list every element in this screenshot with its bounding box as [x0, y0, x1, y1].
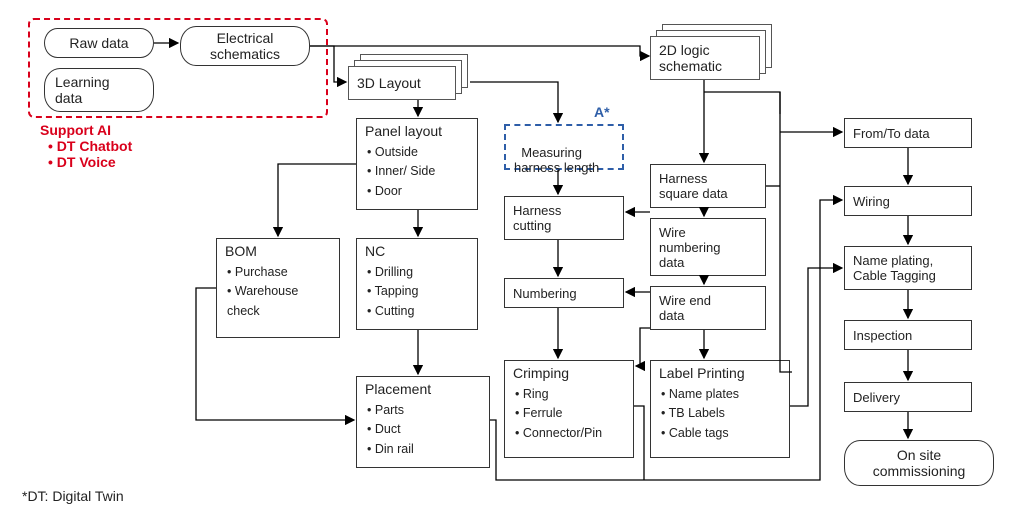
onsite-label: On site commissioning: [873, 447, 966, 479]
support-ai-item-1: DT Voice: [57, 154, 116, 170]
crimping-title: Crimping: [505, 361, 633, 381]
a-star-label: A*: [594, 104, 610, 120]
from-to-box: From/To data: [844, 118, 972, 148]
label-printing-box: Label Printing Name plates TB Labels Cab…: [650, 360, 790, 458]
crimping-item-1: Ferrule: [515, 404, 627, 423]
2d-logic-label: 2D logic schematic: [659, 42, 722, 74]
harness-square-label: Harness square data: [659, 171, 728, 201]
bom-box: BOM Purchase Warehouse check: [216, 238, 340, 338]
wire-numbering-box: Wire numbering data: [650, 218, 766, 276]
support-ai-label: Support AI • DT Chatbot • DT Voice: [40, 122, 132, 170]
wiring-box: Wiring: [844, 186, 972, 216]
bom-title: BOM: [217, 239, 339, 259]
crimping-item-2: Connector/Pin: [515, 424, 627, 443]
crimping-item-0: Ring: [515, 385, 627, 404]
electrical-schematics-node: Electrical schematics: [180, 26, 310, 66]
placement-box: Placement Parts Duct Din rail: [356, 376, 490, 468]
inspection-label: Inspection: [853, 328, 912, 343]
name-plating-box: Name plating, Cable Tagging: [844, 246, 972, 290]
bom-item-0: Purchase: [227, 263, 333, 282]
label-printing-item-1: TB Labels: [661, 404, 783, 423]
nc-box: NC Drilling Tapping Cutting: [356, 238, 478, 330]
wiring-label: Wiring: [853, 194, 890, 209]
placement-item-2: Din rail: [367, 440, 483, 459]
nc-item-2: Cutting: [367, 302, 471, 321]
panel-layout-item-0: Outside: [367, 143, 471, 162]
bom-item-1: Warehouse check: [227, 282, 333, 321]
nc-item-1: Tapping: [367, 282, 471, 301]
from-to-label: From/To data: [853, 126, 930, 141]
panel-layout-item-1: Inner/ Side: [367, 162, 471, 181]
delivery-box: Delivery: [844, 382, 972, 412]
name-plating-label: Name plating, Cable Tagging: [853, 253, 936, 283]
3d-layout-stack: 3D Layout: [348, 66, 456, 100]
harness-cutting-label: Harness cutting: [513, 203, 561, 233]
crimping-box: Crimping Ring Ferrule Connector/Pin: [504, 360, 634, 458]
wire-end-box: Wire end data: [650, 286, 766, 330]
label-printing-item-2: Cable tags: [661, 424, 783, 443]
placement-title: Placement: [357, 377, 489, 397]
harness-square-box: Harness square data: [650, 164, 766, 208]
placement-item-0: Parts: [367, 401, 483, 420]
support-ai-title: Support AI: [40, 122, 111, 138]
raw-data-node: Raw data: [44, 28, 154, 58]
3d-layout-label: 3D Layout: [357, 75, 421, 91]
panel-layout-item-2: Door: [367, 182, 471, 201]
delivery-label: Delivery: [853, 390, 900, 405]
learning-data-label: Learning data: [55, 74, 110, 106]
placement-item-1: Duct: [367, 420, 483, 439]
wire-numbering-label: Wire numbering data: [659, 225, 720, 270]
nc-item-0: Drilling: [367, 263, 471, 282]
onsite-node: On site commissioning: [844, 440, 994, 486]
support-ai-item-0: DT Chatbot: [57, 138, 132, 154]
numbering-box: Numbering: [504, 278, 624, 308]
label-printing-title: Label Printing: [651, 361, 789, 381]
measuring-title: Measuring harness length: [514, 145, 599, 175]
harness-cutting-box: Harness cutting: [504, 196, 624, 240]
inspection-box: Inspection: [844, 320, 972, 350]
learning-data-node: Learning data: [44, 68, 154, 112]
label-printing-item-0: Name plates: [661, 385, 783, 404]
panel-layout-box: Panel layout Outside Inner/ Side Door: [356, 118, 478, 210]
raw-data-label: Raw data: [69, 35, 128, 51]
electrical-schematics-label: Electrical schematics: [210, 30, 280, 62]
numbering-label: Numbering: [513, 286, 577, 301]
nc-title: NC: [357, 239, 477, 259]
wire-end-label: Wire end data: [659, 293, 711, 323]
footnote: *DT: Digital Twin: [22, 488, 124, 504]
panel-layout-title: Panel layout: [357, 119, 477, 139]
2d-logic-stack: 2D logic schematic: [650, 36, 760, 80]
measuring-box: Measuring harness length: [504, 124, 624, 170]
